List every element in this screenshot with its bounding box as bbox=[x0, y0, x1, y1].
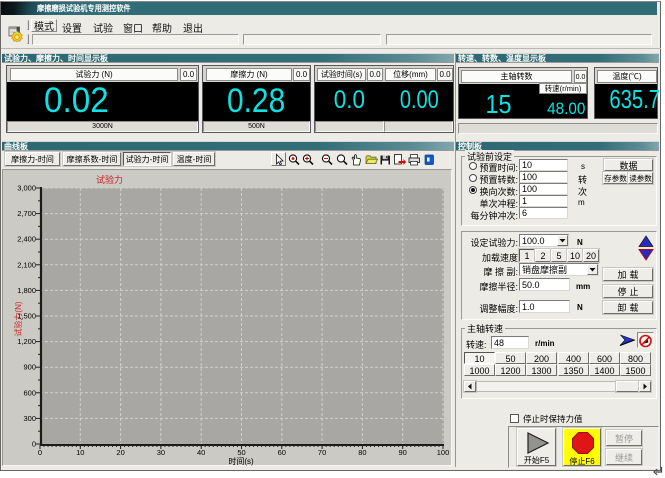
svg-text:1,200: 1,200 bbox=[17, 336, 36, 347]
svg-text:时间(s): 时间(s) bbox=[228, 456, 254, 467]
svg-text:300: 300 bbox=[23, 413, 36, 424]
svg-text:1,500: 1,500 bbox=[17, 311, 36, 322]
svg-text:0: 0 bbox=[32, 439, 36, 450]
svg-text:2,400: 2,400 bbox=[17, 234, 36, 245]
svg-text:2,100: 2,100 bbox=[17, 259, 36, 270]
svg-text:1,800: 1,800 bbox=[17, 285, 36, 296]
svg-text:试验力: 试验力 bbox=[96, 173, 123, 186]
svg-text:2,700: 2,700 bbox=[17, 208, 36, 219]
svg-text:600: 600 bbox=[23, 387, 36, 398]
svg-text:900: 900 bbox=[23, 362, 36, 373]
svg-text:3,000: 3,000 bbox=[17, 183, 36, 194]
